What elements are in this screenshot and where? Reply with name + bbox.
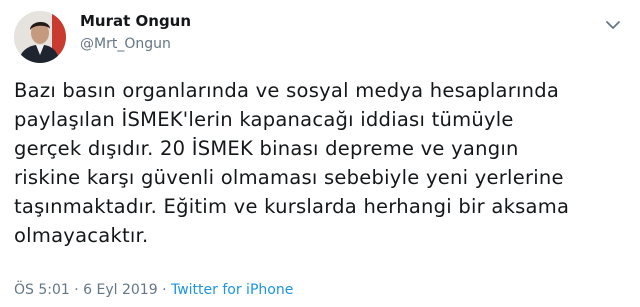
- tweet-text-line: Bazı basın organlarında ve sosyal medya …: [14, 79, 560, 102]
- meta-separator: ·: [69, 282, 84, 298]
- meta-separator: ·: [157, 282, 171, 298]
- tweet-date[interactable]: 6 Eyl 2019: [83, 282, 157, 298]
- author-handle[interactable]: @Mrt_Ongun: [80, 36, 171, 52]
- tweet-text-line: gerçek dışıdır. 20 İSMEK binası depreme …: [14, 137, 519, 160]
- tweet-text-line: riskine karşı güvenli olmaması sebebiyle…: [14, 166, 564, 189]
- tweet-source-link[interactable]: Twitter for iPhone: [171, 282, 293, 298]
- tweet-text: Bazı basın organlarında ve sosyal medya …: [14, 76, 630, 250]
- avatar[interactable]: [14, 11, 66, 63]
- tweet-card: Murat Ongun @Mrt_Ongun Bazı basın organl…: [0, 0, 640, 307]
- chevron-down-icon: [606, 21, 620, 29]
- tweet-text-line: paylaşılan İSMEK'lerin kapanacağı iddias…: [14, 108, 514, 131]
- tweet-text-line: taşınmaktadır. Eğitim ve kurslarda herha…: [14, 195, 570, 218]
- author-name[interactable]: Murat Ongun: [80, 12, 191, 30]
- tweet-time[interactable]: ÖS 5:01: [14, 282, 70, 298]
- profile-photo-icon: [14, 11, 66, 63]
- tweet-meta: ÖS 5:01 · 6 Eyl 2019 · Twitter for iPhon…: [14, 282, 293, 298]
- tweet-menu-button[interactable]: [605, 16, 621, 29]
- tweet-text-line: olmayacaktır.: [14, 224, 149, 247]
